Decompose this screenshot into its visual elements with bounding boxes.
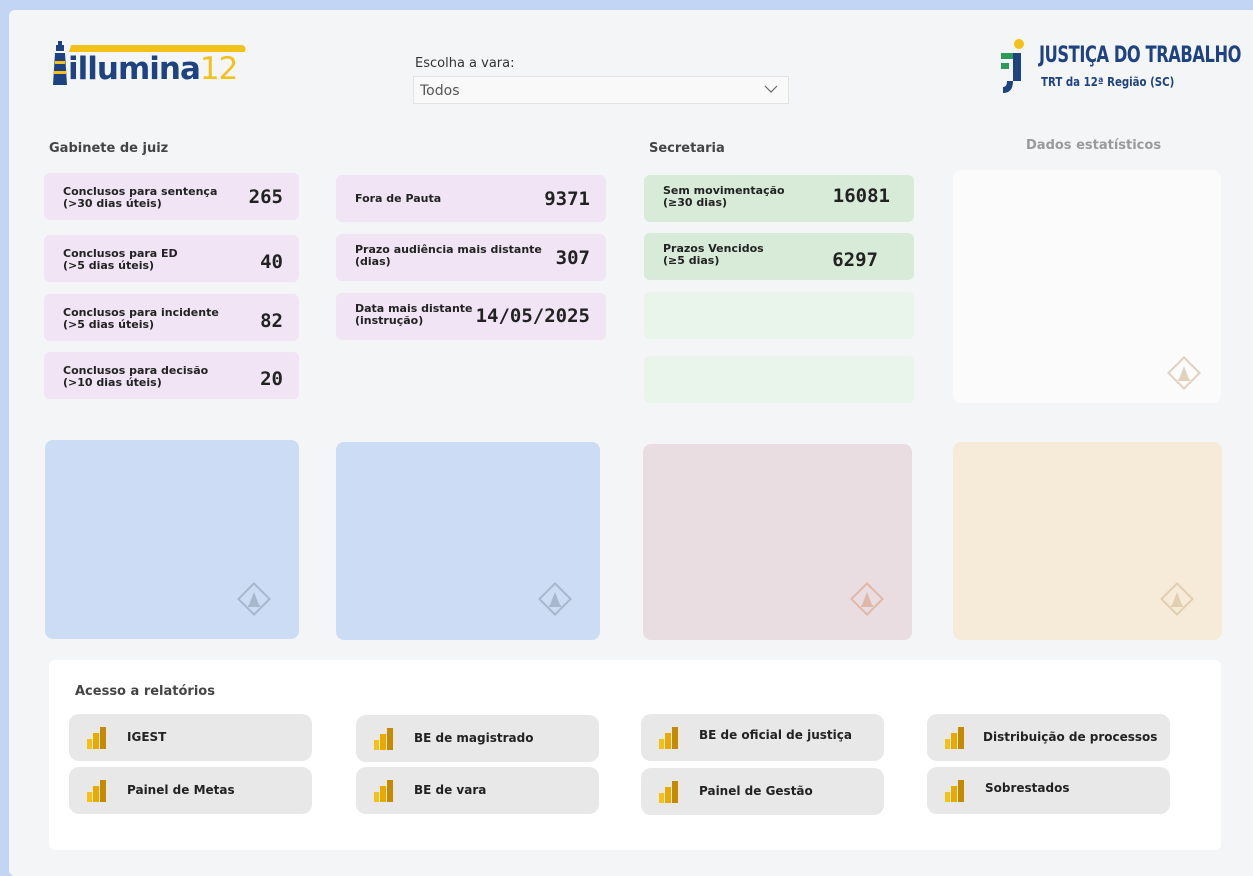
visual-panel-yellow bbox=[953, 442, 1222, 640]
kpi-value: 307 bbox=[555, 247, 590, 269]
kpi-value: 16081 bbox=[832, 185, 890, 207]
kpi-value: 9371 bbox=[544, 188, 590, 210]
warning-cone-icon bbox=[237, 582, 271, 616]
report-label: Distribuição de processos bbox=[983, 730, 1158, 744]
vara-select-label: Escolha a vara: bbox=[415, 56, 515, 71]
kpi-sublabel: (>10 dias úteis) bbox=[63, 376, 162, 389]
power-bi-icon bbox=[659, 781, 678, 803]
warning-cone-icon bbox=[850, 582, 884, 616]
reports-panel: Acesso a relatórios IGEST BE de magistra… bbox=[49, 660, 1221, 850]
justica-trabalho-logo: JUSTIÇA DO TRABALHO TRT da 12ª Região (S… bbox=[999, 37, 1241, 97]
report-label: Painel de Metas bbox=[127, 783, 235, 797]
report-button-be-vara[interactable]: BE de vara bbox=[356, 767, 599, 814]
kpi-value: 82 bbox=[260, 310, 283, 332]
vara-select[interactable]: Todos bbox=[413, 76, 789, 104]
kpi-card-sem-movimentacao[interactable]: Sem movimentação (≥30 dias) 16081 bbox=[644, 175, 914, 222]
warning-cone-icon bbox=[1167, 356, 1201, 390]
report-button-distribuicao-processos[interactable]: Distribuição de processos bbox=[927, 714, 1170, 761]
report-label: BE de magistrado bbox=[414, 731, 534, 745]
kpi-value: 20 bbox=[260, 368, 283, 390]
kpi-card-prazos-vencidos[interactable]: Prazos Vencidos (≥5 dias) 6297 bbox=[644, 233, 914, 280]
section-gabinete-title: Gabinete de juiz bbox=[49, 141, 169, 156]
power-bi-icon bbox=[945, 727, 964, 749]
vara-select-value: Todos bbox=[420, 83, 460, 99]
kpi-label: Fora de Pauta bbox=[355, 192, 442, 205]
kpi-card-empty bbox=[644, 356, 914, 403]
power-bi-icon bbox=[374, 780, 393, 802]
power-bi-icon bbox=[945, 780, 964, 802]
lighthouse-icon bbox=[53, 41, 67, 85]
kpi-card-conclusos-decisao[interactable]: Conclusos para decisão (>10 dias úteis) 2… bbox=[44, 352, 299, 399]
dados-estatisticos-panel bbox=[953, 170, 1221, 403]
warning-cone-icon bbox=[538, 582, 572, 616]
report-button-sobrestados[interactable]: Sobrestados bbox=[927, 767, 1170, 814]
report-button-be-oficial-justica[interactable]: BE de oficial de justiça bbox=[641, 714, 884, 761]
report-label: BE de oficial de justiça bbox=[699, 728, 852, 742]
kpi-sublabel: (dias) bbox=[355, 255, 391, 268]
kpi-card-conclusos-incidente[interactable]: Conclusos para incidente (>5 dias úteis) … bbox=[44, 294, 299, 341]
power-bi-icon bbox=[87, 727, 106, 749]
kpi-sublabel: (>30 dias úteis) bbox=[63, 197, 162, 210]
kpi-card-prazo-audiencia[interactable]: Prazo audiência mais distante (dias) 307 bbox=[336, 234, 606, 281]
kpi-value: 265 bbox=[248, 186, 283, 208]
kpi-value: 6297 bbox=[832, 249, 878, 271]
power-bi-icon bbox=[659, 727, 678, 749]
visual-panel-mauve bbox=[643, 444, 912, 640]
kpi-value: 14/05/2025 bbox=[475, 305, 590, 327]
section-dados-title: Dados estatísticos bbox=[1026, 138, 1162, 153]
report-label: Sobrestados bbox=[985, 781, 1070, 795]
report-button-painel-gestao[interactable]: Painel de Gestão bbox=[641, 768, 884, 815]
kpi-sublabel: (≥5 dias) bbox=[663, 254, 720, 267]
kpi-sublabel: (>5 dias úteis) bbox=[63, 318, 155, 331]
kpi-sublabel: (instrução) bbox=[355, 314, 424, 327]
report-button-painel-metas[interactable]: Painel de Metas bbox=[69, 767, 312, 814]
justica-emblem-icon bbox=[1001, 39, 1024, 93]
chevron-down-icon bbox=[764, 85, 778, 93]
kpi-card-empty bbox=[644, 292, 914, 339]
report-label: BE de vara bbox=[414, 783, 487, 797]
report-label: IGEST bbox=[127, 730, 167, 744]
section-secretaria-title: Secretaria bbox=[649, 141, 725, 156]
dashboard-canvas: illumina12 Escolha a vara: Todos JUSTIÇA… bbox=[9, 10, 1253, 876]
kpi-value: 40 bbox=[260, 251, 283, 273]
report-button-igest[interactable]: IGEST bbox=[69, 714, 312, 761]
kpi-sublabel: (≥30 dias) bbox=[663, 196, 728, 209]
logo-wordmark: illumina12 bbox=[68, 51, 238, 87]
visual-panel-blue-2 bbox=[336, 442, 600, 640]
illumina-logo: illumina12 bbox=[50, 37, 250, 91]
reports-title: Acesso a relatórios bbox=[75, 684, 215, 699]
kpi-card-fora-pauta[interactable]: Fora de Pauta 9371 bbox=[336, 175, 606, 222]
kpi-card-conclusos-sentenca[interactable]: Conclusos para sentença (>30 dias úteis) … bbox=[44, 173, 299, 220]
justica-subtitle: TRT da 12ª Região (SC) bbox=[1041, 75, 1175, 89]
power-bi-icon bbox=[374, 728, 393, 750]
justica-title: JUSTIÇA DO TRABALHO bbox=[1039, 43, 1242, 68]
kpi-sublabel: (>5 dias úteis) bbox=[63, 259, 155, 272]
visual-panel-blue-1 bbox=[45, 440, 299, 639]
report-button-be-magistrado[interactable]: BE de magistrado bbox=[356, 715, 599, 762]
kpi-card-conclusos-ed[interactable]: Conclusos para ED (>5 dias úteis) 40 bbox=[44, 235, 299, 282]
kpi-card-data-distante[interactable]: Data mais distante (instrução) 14/05/2025 bbox=[336, 293, 606, 340]
power-bi-icon bbox=[87, 780, 106, 802]
warning-cone-icon bbox=[1160, 582, 1194, 616]
report-label: Painel de Gestão bbox=[699, 784, 813, 798]
